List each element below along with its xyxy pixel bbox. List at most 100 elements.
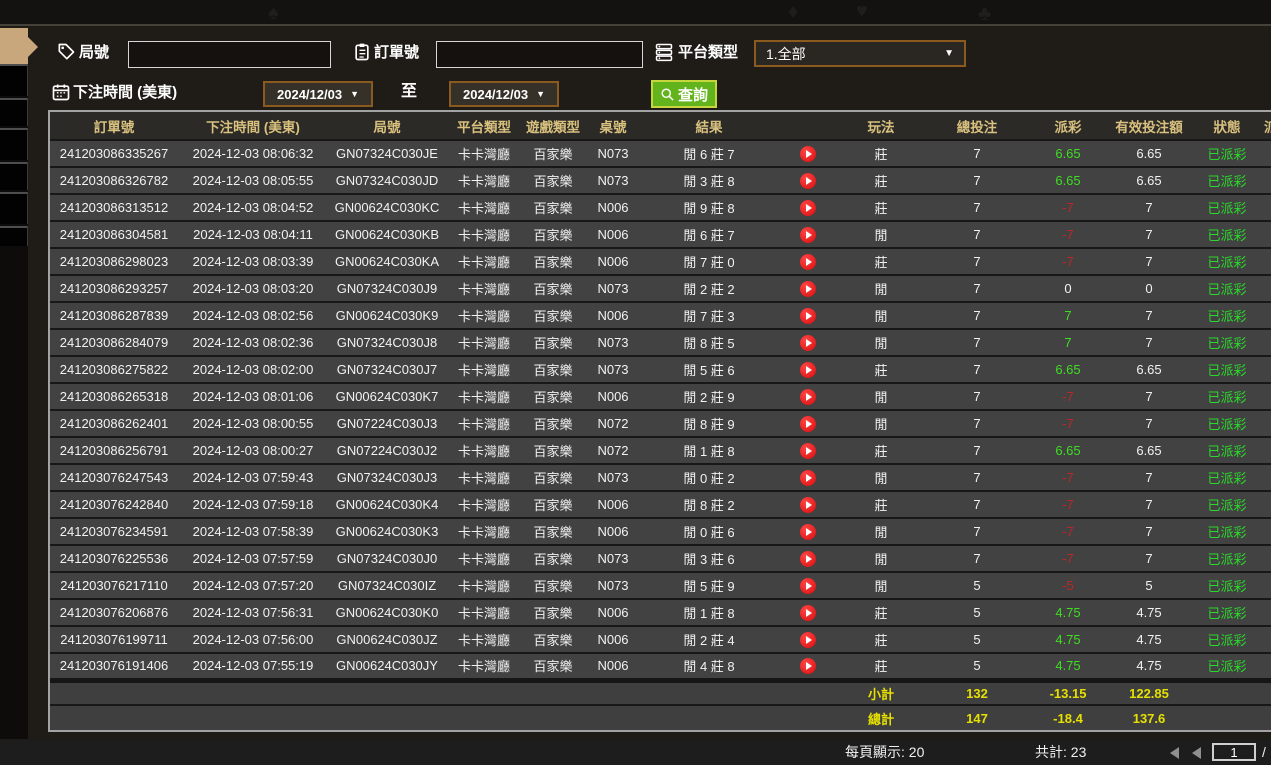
game-type-cell: 百家樂 — [522, 274, 584, 302]
play-video-icon[interactable] — [800, 604, 816, 621]
play-video-icon[interactable] — [800, 577, 816, 594]
play-video-icon[interactable] — [800, 307, 816, 324]
status-cell: 已派彩 — [1194, 166, 1260, 194]
status-cell: 已派彩 — [1194, 436, 1260, 464]
platform-type-dropdown[interactable]: 1.全部 ▼ — [754, 40, 966, 67]
payout-cell: 7 — [1032, 328, 1104, 356]
valid-bet-cell: 7 — [1104, 328, 1194, 356]
video-cell — [776, 436, 840, 464]
game-type-cell: 百家樂 — [522, 328, 584, 356]
page-number-input[interactable] — [1212, 743, 1256, 761]
grand-total-row: 總計 147 -18.4 137.6 — [50, 704, 1271, 730]
date-to-selector[interactable]: 2024/12/03 ▼ — [449, 81, 559, 107]
video-cell — [776, 220, 840, 248]
valid-bet-cell: 7 — [1104, 247, 1194, 275]
table-header: 訂單號 下注時間 (美東) 局號 平台類型 遊戲類型 桌號 結果 玩法 總投注 … — [50, 112, 1271, 140]
clipboard-icon — [352, 42, 372, 62]
status-cell: 已派彩 — [1194, 382, 1260, 410]
play-video-icon[interactable] — [800, 658, 816, 675]
order-no-cell: 241203086256791 — [50, 436, 178, 464]
bet-time-cell: 2024-12-03 07:57:59 — [178, 544, 328, 572]
play-video-icon[interactable] — [800, 361, 816, 378]
platform-cell: 卡卡灣廳 — [446, 517, 522, 545]
result-cell: 閒 1 莊 8 — [642, 598, 776, 626]
game-type-cell: 百家樂 — [522, 652, 584, 680]
order-no-cell: 241203076191406 — [50, 652, 178, 680]
play-video-icon[interactable] — [800, 145, 816, 162]
background-menu-item — [0, 162, 28, 190]
order-no-cell: 241203076225536 — [50, 544, 178, 572]
platform-cell: 卡卡灣廳 — [446, 652, 522, 680]
play-video-icon[interactable] — [800, 469, 816, 486]
valid-bet-cell: 5 — [1104, 571, 1194, 599]
total-bet-cell: 7 — [922, 328, 1032, 356]
play-video-icon[interactable] — [800, 415, 816, 432]
game-type-cell: 百家樂 — [522, 571, 584, 599]
diamond-decoration-icon: ♦ — [788, 1, 799, 23]
platform-cell: 卡卡灣廳 — [446, 220, 522, 248]
play-video-icon[interactable] — [800, 496, 816, 513]
result-cell: 閒 3 莊 6 — [642, 544, 776, 572]
date-from-selector[interactable]: 2024/12/03 ▼ — [263, 81, 373, 107]
result-cell: 閒 6 莊 7 — [642, 139, 776, 167]
platform-cell: 卡卡灣廳 — [446, 382, 522, 410]
first-page-button[interactable] — [1170, 747, 1179, 759]
order-no-cell: 241203086275822 — [50, 355, 178, 383]
play-video-icon[interactable] — [800, 253, 816, 270]
game-type-cell: 百家樂 — [522, 220, 584, 248]
partial-cell — [1260, 382, 1271, 410]
partial-cell — [1260, 652, 1271, 680]
prev-page-button[interactable] — [1192, 747, 1201, 759]
play-video-icon[interactable] — [800, 172, 816, 189]
order-no-input[interactable] — [436, 41, 643, 68]
status-cell: 已派彩 — [1194, 625, 1260, 653]
play-method-cell: 閒 — [840, 517, 922, 545]
table-no-cell: N073 — [584, 274, 642, 302]
play-method-cell: 莊 — [840, 166, 922, 194]
background-menu-item — [0, 64, 28, 96]
status-cell: 已派彩 — [1194, 274, 1260, 302]
valid-bet-cell: 6.65 — [1104, 139, 1194, 167]
game-no-cell: GN07324C030JE — [328, 139, 446, 167]
total-bet-cell: 7 — [922, 544, 1032, 572]
bet-time-cell: 2024-12-03 08:00:55 — [178, 409, 328, 437]
partial-cell — [1260, 571, 1271, 599]
play-video-icon[interactable] — [800, 442, 816, 459]
result-cell: 閒 7 莊 3 — [642, 301, 776, 329]
chevron-down-icon: ▼ — [350, 89, 359, 99]
table-no-cell: N006 — [584, 193, 642, 221]
play-video-icon[interactable] — [800, 523, 816, 540]
bet-time-cell: 2024-12-03 07:57:20 — [178, 571, 328, 599]
status-cell: 已派彩 — [1194, 409, 1260, 437]
video-cell — [776, 490, 840, 518]
game-type-cell: 百家樂 — [522, 409, 584, 437]
play-video-icon[interactable] — [800, 388, 816, 405]
bet-time-cell: 2024-12-03 07:58:39 — [178, 517, 328, 545]
col-bet-time: 下注時間 (美東) — [178, 112, 328, 140]
play-video-icon[interactable] — [800, 199, 816, 216]
game-type-cell: 百家樂 — [522, 166, 584, 194]
game-no-input[interactable] — [128, 41, 331, 68]
search-button[interactable]: 查詢 — [651, 80, 717, 108]
total-bet-cell: 7 — [922, 517, 1032, 545]
order-no-cell: 241203076247543 — [50, 463, 178, 491]
platform-type-value: 1.全部 — [766, 45, 806, 62]
play-video-icon[interactable] — [800, 550, 816, 567]
order-no-cell: 241203076234591 — [50, 517, 178, 545]
table-no-cell: N006 — [584, 625, 642, 653]
table-row: 241203076225536 2024-12-03 07:57:59 GN07… — [50, 544, 1271, 572]
play-video-icon[interactable] — [800, 334, 816, 351]
game-type-cell: 百家樂 — [522, 490, 584, 518]
play-method-cell: 閒 — [840, 220, 922, 248]
bet-time-cell: 2024-12-03 08:04:52 — [178, 193, 328, 221]
status-cell: 已派彩 — [1194, 355, 1260, 383]
to-label: 至 — [401, 83, 418, 100]
valid-bet-cell: 7 — [1104, 409, 1194, 437]
partial-cell — [1260, 274, 1271, 302]
partial-cell — [1260, 625, 1271, 653]
play-video-icon[interactable] — [800, 280, 816, 297]
pagination-bar: 每頁顯示: 20 共計: 23 / 2 — [0, 739, 1271, 765]
play-video-icon[interactable] — [800, 226, 816, 243]
play-video-icon[interactable] — [800, 631, 816, 648]
sidebar-collapse-handle[interactable] — [0, 28, 38, 66]
